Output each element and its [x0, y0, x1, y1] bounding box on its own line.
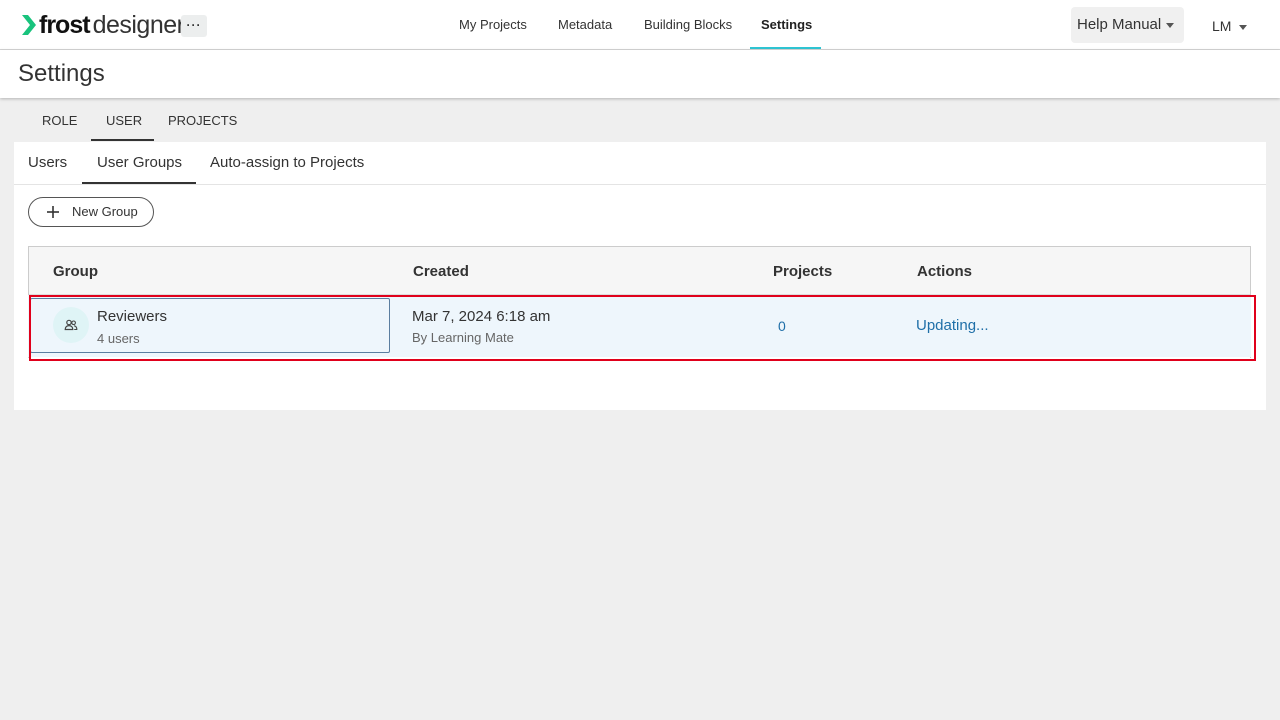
caret-down-icon — [1239, 24, 1248, 30]
primary-tab-active-indicator — [91, 139, 154, 141]
group-cell[interactable]: Reviewers 4 users — [30, 298, 390, 353]
logo-text-frost: frost — [39, 10, 91, 39]
logo-chevron-icon — [22, 15, 36, 35]
user-groups-panel: Users User Groups Auto-assign to Project… — [14, 142, 1266, 410]
help-manual-dropdown[interactable]: Help Manual — [1071, 7, 1184, 43]
nav-building-blocks[interactable]: Building Blocks — [644, 0, 732, 50]
more-horizontal-icon: ··· — [186, 18, 202, 32]
secondary-tab-active-indicator — [82, 182, 196, 184]
nav-active-indicator — [750, 47, 821, 49]
projects-count-link[interactable]: 0 — [778, 318, 786, 334]
nav-metadata[interactable]: Metadata — [558, 0, 612, 50]
secondary-tab-bar: Users User Groups Auto-assign to Project… — [14, 142, 1266, 185]
frost-designer-logo[interactable]: frost designer — [20, 10, 185, 40]
tab-users[interactable]: Users — [28, 142, 67, 185]
top-navigation-bar: frost designer ··· My Projects Metadata … — [0, 0, 1280, 50]
tab-user-groups[interactable]: User Groups — [97, 142, 182, 185]
group-name[interactable]: Reviewers — [97, 308, 167, 325]
page-title: Settings — [18, 60, 105, 87]
new-group-label: New Group — [72, 204, 138, 219]
more-options-button[interactable]: ··· — [181, 15, 207, 37]
group-user-count: 4 users — [97, 331, 140, 346]
tab-auto-assign[interactable]: Auto-assign to Projects — [210, 142, 364, 185]
nav-settings[interactable]: Settings — [761, 0, 812, 50]
column-header-actions: Actions — [917, 263, 973, 280]
user-initials: LM — [1212, 18, 1232, 34]
created-date: Mar 7, 2024 6:18 am — [412, 308, 551, 325]
page-header: Settings — [0, 50, 1280, 98]
users-group-icon — [64, 319, 78, 331]
actions-status-link[interactable]: Updating... — [916, 317, 989, 334]
logo-text-designer: designer — [92, 10, 185, 39]
column-header-projects: Projects — [773, 263, 833, 280]
group-avatar — [53, 307, 89, 343]
nav-my-projects[interactable]: My Projects — [459, 0, 527, 50]
table-row[interactable]: Reviewers 4 users Mar 7, 2024 6:18 am By… — [28, 295, 1251, 357]
user-groups-table: Group Created Projects Actions Reviewers… — [28, 246, 1251, 358]
created-by: By Learning Mate — [412, 330, 514, 345]
user-menu-dropdown[interactable]: LM — [1212, 7, 1248, 43]
table-header: Group Created Projects Actions — [29, 247, 1250, 295]
tab-user[interactable]: USER — [106, 100, 142, 142]
tab-projects[interactable]: PROJECTS — [168, 100, 237, 142]
plus-icon — [47, 206, 59, 218]
new-group-button[interactable]: New Group — [28, 197, 154, 227]
help-manual-label: Help Manual — [1077, 16, 1162, 33]
tab-role[interactable]: ROLE — [42, 100, 77, 142]
column-header-created: Created — [413, 263, 469, 280]
caret-down-icon — [1166, 22, 1175, 28]
column-header-group: Group — [53, 263, 98, 280]
